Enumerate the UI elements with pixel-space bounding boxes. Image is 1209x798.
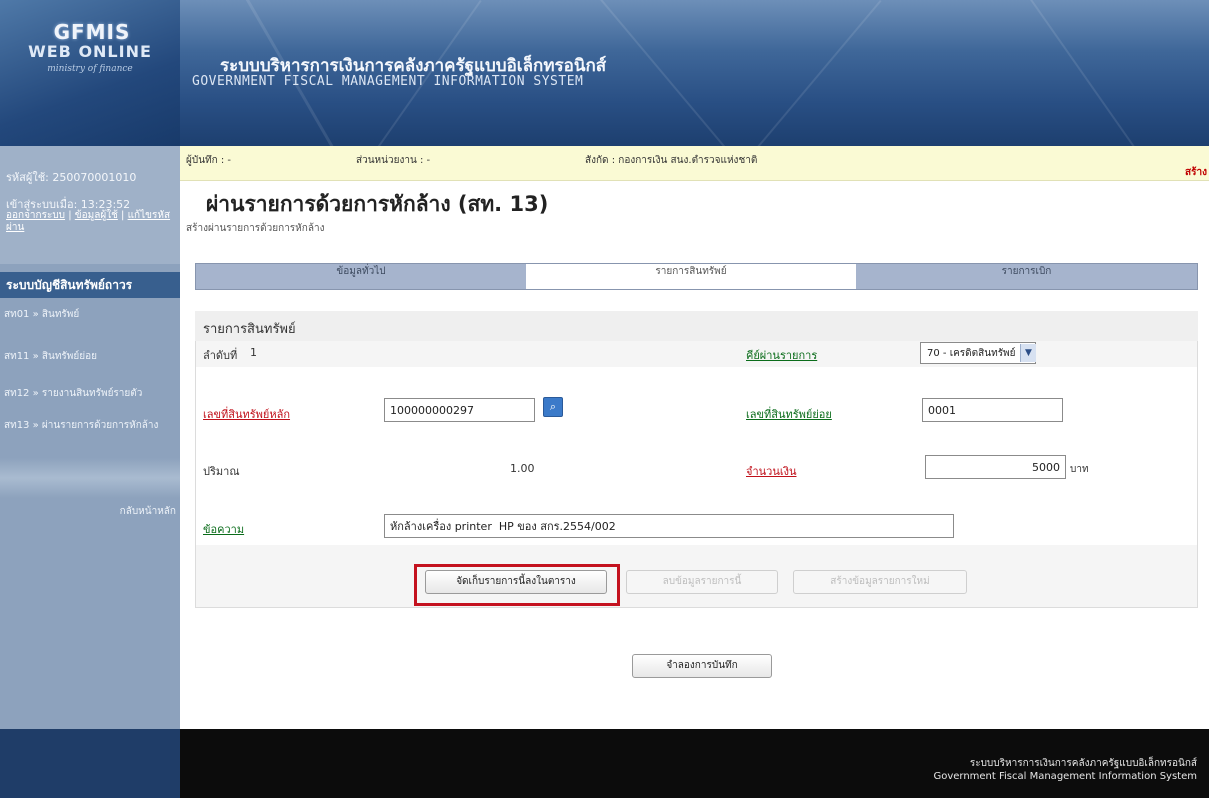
unit-info: ส่วนหน่วยงาน : -	[356, 155, 431, 166]
system-title-en: GOVERNMENT FISCAL MANAGEMENT INFORMATION…	[192, 74, 584, 89]
amount-field[interactable]	[925, 455, 1066, 479]
search-icon[interactable]: ⌕	[543, 397, 563, 417]
footer-title-en: Government Fiscal Management Information…	[933, 771, 1197, 782]
page-title: ผ่านรายการด้วยการหักล้าง (สท. 13)	[206, 192, 549, 216]
tab-general-info[interactable]: ข้อมูลทั่วไป	[196, 264, 526, 289]
seq-label: ลำดับที่	[203, 349, 238, 362]
tab-asset-items[interactable]: รายการสินทรัพย์	[526, 264, 856, 289]
new-item-button[interactable]: สร้างข้อมูลรายการใหม่	[793, 570, 967, 594]
main-asset-label[interactable]: เลขที่สินทรัพย์หลัก	[203, 405, 290, 423]
sidebar-item-st13[interactable]: สท13 » ผ่านรายการด้วยการหักล้าง	[0, 420, 180, 432]
seq-value: 1	[250, 346, 257, 359]
quantity-value: 1.00	[510, 462, 535, 475]
currency-label: บาท	[1070, 464, 1089, 475]
amount-label[interactable]: จำนวนเงิน	[746, 462, 797, 480]
affiliation-info: สังกัด : กองการเงิน สนง.ตำรวจแห่งชาติ	[585, 155, 758, 166]
footer-left	[0, 729, 180, 798]
quantity-label: ปริมาณ	[203, 465, 240, 478]
logout-link[interactable]: ออกจากระบบ	[6, 210, 65, 221]
page-subtitle: สร้างผ่านรายการด้วยการหักล้าง	[186, 223, 325, 234]
user-info-link[interactable]: ข้อมูลผู้ใช้	[75, 210, 118, 221]
chevron-down-icon[interactable]: ▼	[1020, 344, 1036, 362]
logo-web-online: WEB ONLINE	[28, 42, 152, 61]
sidebar-item-st01[interactable]: สท01 » สินทรัพย์	[0, 307, 180, 322]
main-asset-field[interactable]	[384, 398, 535, 422]
sidebar-divider	[0, 458, 180, 498]
text-label[interactable]: ข้อความ	[203, 520, 244, 538]
logo-gfmis: GFMIS	[53, 20, 131, 44]
panel-header	[195, 311, 1198, 341]
posting-key-label[interactable]: คีย์ผ่านรายการ	[746, 346, 817, 364]
user-id: รหัสผู้ใช้: 250070001010	[6, 171, 137, 184]
logo-ministry: ministry of finance	[47, 64, 133, 74]
footer-title-th: ระบบบริหารการเงินการคลังภาครัฐแบบอิเล็กท…	[969, 758, 1197, 769]
sub-asset-label[interactable]: เลขที่สินทรัพย์ย่อย	[746, 405, 832, 423]
panel-title: รายการสินทรัพย์	[203, 322, 296, 337]
text-field[interactable]	[384, 514, 954, 538]
recorder-info: ผู้บันทึก : -	[186, 155, 232, 166]
mode-create-label: สร้าง	[1185, 167, 1207, 178]
sidebar-item-st12[interactable]: สท12 » รายงานสินทรัพย์รายตัว	[0, 386, 180, 401]
menu-title: ระบบบัญชีสินทรัพย์ถาวร	[0, 272, 180, 298]
sub-asset-field[interactable]	[922, 398, 1063, 422]
posting-key-value: 70 - เครดิตสินทรัพย์	[927, 348, 1016, 359]
sidebar-item-st11[interactable]: สท11 » สินทรัพย์ย่อย	[0, 349, 180, 364]
simulate-save-button[interactable]: จำลองการบันทึก	[632, 654, 772, 678]
tab-withdrawal-items[interactable]: รายการเบิก	[856, 264, 1197, 289]
row-seq-bg	[196, 341, 1197, 367]
back-to-main-link[interactable]: กลับหน้าหลัก	[0, 504, 176, 519]
user-links: ออกจากระบบ | ข้อมูลผู้ใช้ | แก้ไขรหัสผ่า…	[6, 210, 171, 233]
tab-bar: ข้อมูลทั่วไป รายการสินทรัพย์ รายการเบิก	[195, 263, 1198, 290]
delete-item-button[interactable]: ลบข้อมูลรายการนี้	[626, 570, 778, 594]
highlight-box	[414, 564, 620, 606]
